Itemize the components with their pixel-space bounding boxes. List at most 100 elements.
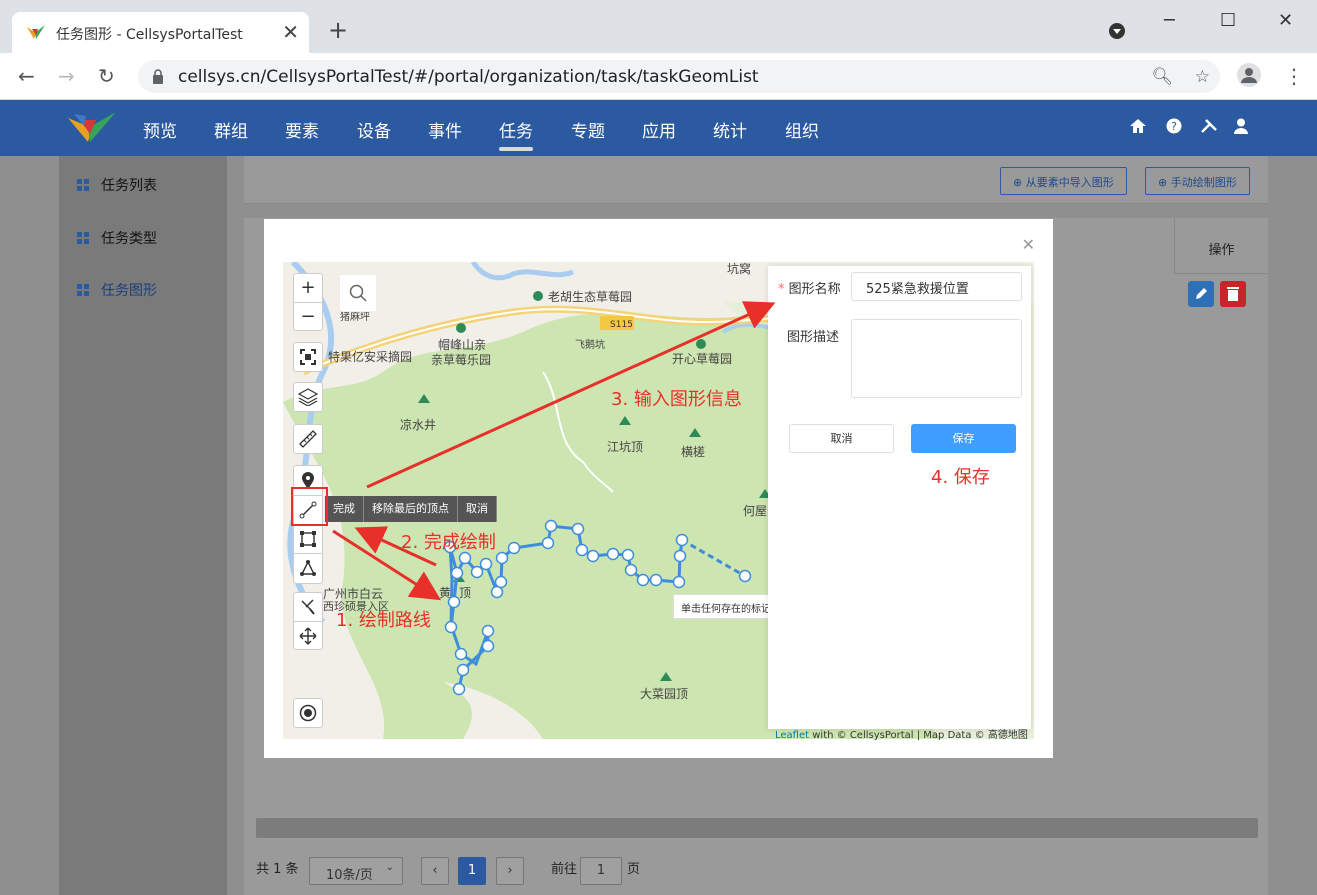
profile-menu-icon[interactable] (1108, 22, 1126, 45)
edit-icon (1196, 288, 1207, 299)
finish-drawing-button[interactable]: 完成 (325, 496, 364, 522)
browser-tab-strip: 任务图形 - CellsysPortalTest ✕ + ─ ☐ ✕ (0, 0, 1317, 53)
active-nav-indicator (499, 147, 533, 151)
zoom-icon[interactable]: 🔍︎ (1152, 67, 1174, 87)
annotation-step2: 2. 完成绘制 (401, 532, 496, 553)
nav-groups[interactable]: 群组 (214, 117, 248, 142)
user-icon[interactable] (1234, 118, 1248, 138)
tools-icon[interactable] (1200, 118, 1218, 138)
url-field[interactable]: cellsys.cn/CellsysPortalTest/#/portal/or… (138, 60, 1220, 93)
chevron-down-icon: ⌄ (385, 862, 394, 873)
next-page-button[interactable]: › (496, 857, 524, 885)
nav-topics[interactable]: 专题 (571, 117, 605, 142)
new-tab-icon[interactable]: + (328, 18, 348, 42)
account-icon[interactable] (1236, 62, 1262, 93)
toolbar-card: ⊕ 从要素中导入图形 ⊕ 手动绘制图形 (244, 156, 1268, 204)
back-icon[interactable]: ← (18, 64, 35, 88)
chevron-right-icon: › (507, 863, 513, 878)
locate-button[interactable] (293, 698, 323, 728)
prev-page-button[interactable]: ‹ (421, 857, 449, 885)
forward-icon[interactable]: → (58, 64, 75, 88)
remove-last-vertex-button[interactable]: 移除最后的顶点 (364, 496, 458, 522)
draw-actions-bar: 完成 移除最后的顶点 取消 (325, 496, 497, 522)
nav-organization[interactable]: 组织 (785, 117, 819, 142)
dialog-close-icon[interactable]: ✕ (1022, 235, 1035, 254)
zoom-control: + − (293, 273, 323, 331)
fullscreen-button[interactable] (293, 342, 323, 372)
cancel-button[interactable]: 取消 (789, 424, 894, 453)
edit-button[interactable] (1188, 281, 1214, 307)
map-attribution: Leaflet with © CellsysPortal | Map Data … (775, 726, 1028, 741)
svg-text:?: ? (1171, 120, 1177, 133)
polyline-tool-highlight (291, 487, 328, 526)
attribution-text: with © CellsysPortal | Map Data © 高德地图 (809, 730, 1028, 741)
bookmark-star-icon[interactable]: ☆ (1195, 67, 1210, 87)
tab-title: 任务图形 - CellsysPortalTest (56, 27, 243, 43)
home-icon[interactable] (1129, 118, 1147, 138)
fullscreen-icon (300, 349, 316, 365)
browser-menu-icon[interactable]: ⋮ (1284, 64, 1304, 88)
grid-icon (77, 284, 89, 296)
nav-stats[interactable]: 统计 (713, 117, 747, 142)
sidebar-item-task-geometry[interactable]: 任务图形 (77, 280, 157, 300)
nav-tasks[interactable]: 任务 (499, 117, 533, 142)
grid-icon (77, 232, 89, 244)
draw-label: 手动绘制图形 (1170, 176, 1237, 189)
trash-icon (1227, 287, 1239, 301)
chevron-left-icon: ‹ (432, 863, 438, 878)
annotation-step1: 1. 绘制路线 (336, 610, 431, 631)
search-icon (349, 284, 367, 302)
app-header: 预览 群组 要素 设备 事件 任务 专题 应用 统计 组织 ? (0, 100, 1317, 156)
zoom-out-icon[interactable]: − (294, 301, 322, 331)
url-text: cellsys.cn/CellsysPortalTest/#/portal/or… (178, 67, 759, 87)
sidebar-item-task-type[interactable]: 任务类型 (77, 228, 157, 248)
nav-features[interactable]: 要素 (285, 117, 319, 142)
lock-icon (153, 69, 163, 84)
annotation-step4: 4. 保存 (931, 467, 990, 488)
sidebar: 任务列表 任务类型 任务图形 (59, 156, 227, 895)
url-actions: 🔍︎ ☆ (1152, 67, 1210, 87)
draw-polygon-icon[interactable] (294, 553, 322, 582)
save-button[interactable]: 保存 (911, 424, 1016, 453)
annotation-step3: 3. 输入图形信息 (611, 389, 742, 410)
pagination-total: 共 1 条 (256, 862, 299, 877)
leaflet-link[interactable]: Leaflet (775, 730, 809, 741)
page-number-current[interactable]: 1 (458, 857, 486, 885)
page-size-select[interactable]: 10条/页 ⌄ (309, 857, 403, 885)
nav-devices[interactable]: 设备 (357, 117, 391, 142)
locate-icon (299, 704, 317, 722)
sidebar-item-label: 任务列表 (101, 178, 157, 194)
manual-draw-button[interactable]: ⊕ 手动绘制图形 (1145, 167, 1250, 195)
required-asterisk: * (778, 282, 789, 297)
browser-tab[interactable]: 任务图形 - CellsysPortalTest ✕ (12, 12, 309, 53)
map-search-button[interactable] (339, 274, 377, 312)
geometry-name-input[interactable]: 525紧急救援位置 (851, 272, 1022, 301)
name-field-label: * 图形名称 (778, 278, 841, 297)
goto-page-input[interactable]: 1 (580, 857, 622, 885)
cancel-drawing-button[interactable]: 取消 (458, 496, 497, 522)
measure-button[interactable] (293, 424, 323, 454)
table-horizontal-scrollbar[interactable] (256, 818, 1258, 838)
import-from-feature-button[interactable]: ⊕ 从要素中导入图形 (1000, 167, 1127, 195)
zoom-in-icon[interactable]: + (300, 274, 315, 302)
maximize-icon[interactable]: ☐ (1220, 10, 1236, 31)
sidebar-item-task-list[interactable]: 任务列表 (77, 175, 157, 195)
nav-preview[interactable]: 预览 (143, 117, 177, 142)
edit-toolbar (293, 592, 323, 650)
app-favicon-icon (27, 25, 45, 39)
draw-rectangle-icon[interactable] (294, 524, 322, 553)
minimize-icon[interactable]: ─ (1164, 10, 1175, 31)
delete-button[interactable] (1220, 281, 1246, 307)
tab-close-icon[interactable]: ✕ (282, 20, 299, 44)
geometry-description-textarea[interactable] (851, 319, 1022, 398)
cut-icon[interactable] (299, 593, 317, 621)
move-icon[interactable] (294, 621, 322, 649)
layers-button[interactable] (293, 382, 323, 412)
reload-icon[interactable]: ↻ (98, 64, 115, 88)
nav-apps[interactable]: 应用 (642, 117, 676, 142)
help-icon[interactable]: ? (1166, 118, 1182, 138)
window-close-icon[interactable]: ✕ (1278, 10, 1293, 31)
ruler-icon (299, 430, 317, 448)
desc-field-label: 图形描述 (787, 330, 840, 345)
nav-events[interactable]: 事件 (428, 117, 462, 142)
